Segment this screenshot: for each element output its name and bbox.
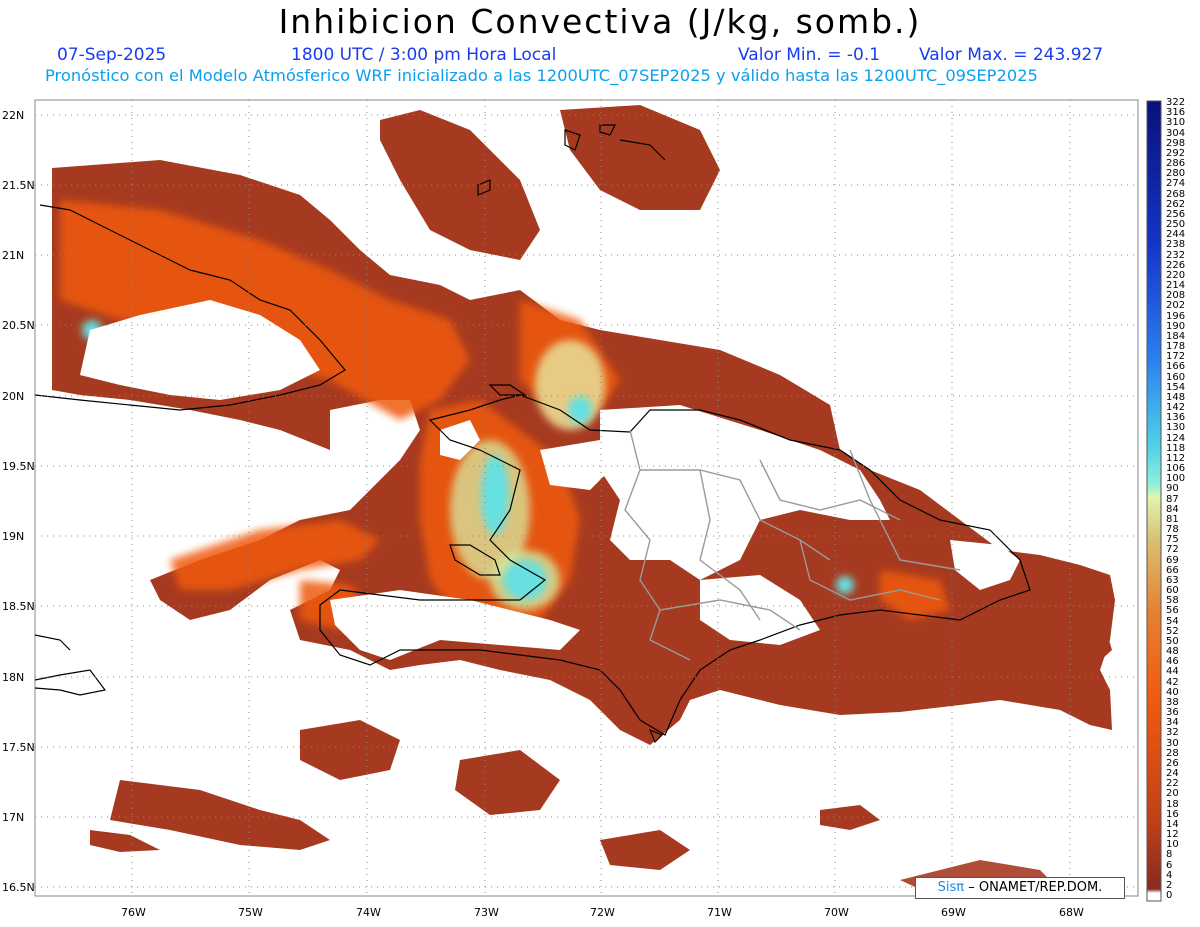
lon-label: 76W: [121, 906, 146, 919]
lat-label: 18N: [2, 671, 25, 684]
lat-label: 17.5N: [2, 741, 35, 754]
colorbar: [1146, 100, 1162, 902]
lat-label: 22N: [2, 109, 25, 122]
lat-label: 21.5N: [2, 179, 35, 192]
colorbar-tick-label: 166: [1166, 361, 1186, 373]
lon-label: 71W: [707, 906, 732, 919]
lon-label: 70W: [824, 906, 849, 919]
colorbar-tick-label: 6: [1166, 859, 1173, 871]
colorbar-tick-label: 42: [1166, 676, 1179, 688]
colorbar-tick-label: 44: [1166, 666, 1179, 678]
colorbar-tick-label: 0: [1166, 890, 1173, 901]
colorbar-tick-label: 238: [1166, 239, 1186, 251]
colorbar-tick-label: 30: [1166, 737, 1179, 749]
colorbar-tick-label: 87: [1166, 493, 1179, 505]
colorbar-tick-label: 124: [1166, 432, 1186, 444]
credit-text: – ONAMET/REP.DOM.: [968, 880, 1103, 895]
lat-label: 19N: [2, 530, 25, 543]
lat-label: 19.5N: [2, 460, 35, 473]
colorbar-tick-label: 20: [1166, 788, 1179, 800]
colorbar-tick-label: 69: [1166, 554, 1179, 566]
lon-label: 69W: [941, 906, 966, 919]
colorbar-tick-label: 268: [1166, 188, 1186, 200]
colorbar-tick-label: 72: [1166, 544, 1179, 556]
lat-label: 21N: [2, 249, 25, 262]
lon-label: 68W: [1059, 906, 1084, 919]
colorbar-tick-label: 54: [1166, 615, 1179, 627]
colorbar-tick-label: 18: [1166, 798, 1179, 810]
lon-label: 74W: [356, 906, 381, 919]
colorbar-tick-label: 8: [1166, 849, 1173, 861]
colorbar-tick-label: 130: [1166, 422, 1186, 434]
colorbar-tick-label: 232: [1166, 249, 1186, 261]
lat-label: 18.5N: [2, 600, 35, 613]
sispi-logo: Sisπ: [937, 880, 965, 895]
lat-label: 17N: [2, 811, 25, 824]
colorbar-tick-label: 196: [1166, 310, 1186, 322]
map-canvas: [34, 99, 1162, 902]
colorbar-tick-label: 304: [1166, 127, 1186, 139]
colorbar-tick-label: 32: [1166, 727, 1179, 739]
lat-label: 16.5N: [2, 881, 35, 894]
lon-label: 73W: [474, 906, 499, 919]
colorbar-tick-label: 202: [1166, 300, 1186, 312]
colorbar-tick-label: 274: [1166, 178, 1186, 190]
lat-label: 20.5N: [2, 319, 35, 332]
colorbar-tick-label: 90: [1166, 483, 1179, 495]
colorbar-tick-label: 310: [1166, 117, 1186, 129]
lon-label: 75W: [238, 906, 263, 919]
lat-label: 20N: [2, 390, 25, 403]
colorbar-tick-label: 160: [1166, 371, 1186, 383]
credit-box: Sisπ – ONAMET/REP.DOM.: [915, 877, 1125, 899]
colorbar-tick-label: 56: [1166, 605, 1179, 617]
lon-label: 72W: [590, 906, 615, 919]
